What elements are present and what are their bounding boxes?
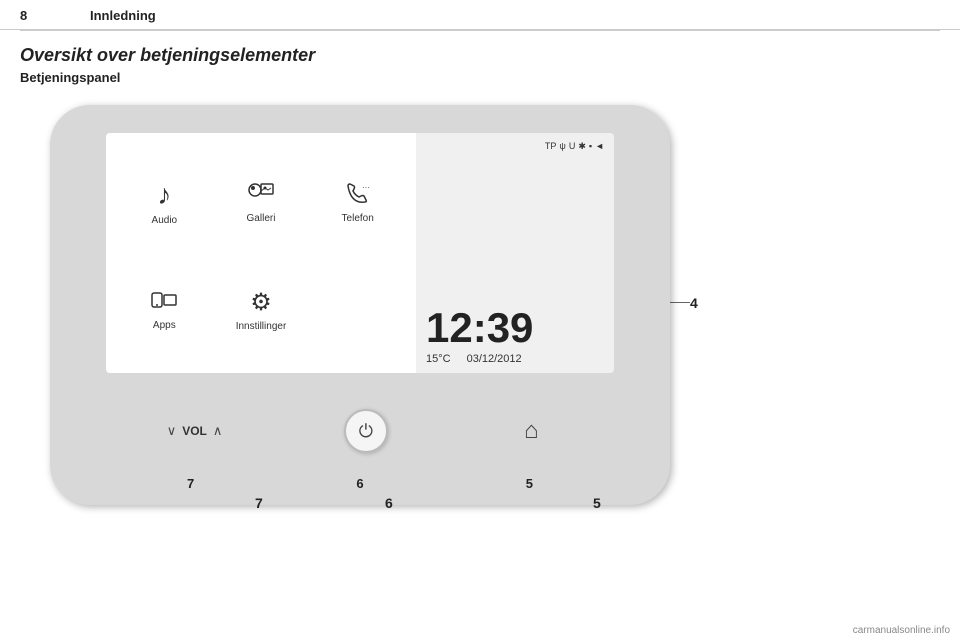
- label-6: 6: [356, 476, 363, 491]
- screen-left: ♪ Audio: [106, 133, 416, 373]
- home-button[interactable]: ⌂: [509, 409, 553, 453]
- page-title: Innledning: [90, 8, 156, 23]
- bottom-number-labels: 7 6 5: [106, 476, 614, 491]
- section-heading: Oversikt over betjeningselementer: [20, 45, 940, 66]
- label-5: 5: [526, 476, 533, 491]
- device-body: ♪ Audio: [50, 105, 670, 505]
- sub-heading: Betjeningspanel: [20, 70, 940, 85]
- audio-icon: ♪: [157, 179, 171, 211]
- menu-item-galleri[interactable]: Galleri: [213, 149, 310, 256]
- watermark: carmanualsonline.info: [853, 625, 950, 636]
- gallery-icon: [247, 182, 275, 209]
- callout-7: 7: [255, 495, 263, 511]
- status-bt: ✱: [578, 141, 586, 152]
- power-icon: ⏻: [359, 421, 373, 442]
- status-psi: ψ: [559, 141, 565, 152]
- screen: ♪ Audio: [106, 133, 614, 373]
- settings-icon: ⚙: [250, 288, 272, 317]
- callout-5: 5: [593, 495, 601, 511]
- innstillinger-label: Innstillinger: [236, 321, 287, 332]
- menu-item-audio[interactable]: ♪ Audio: [116, 149, 213, 256]
- callout-6: 6: [385, 495, 393, 511]
- empty-cell: [309, 256, 406, 363]
- vol-control: ∨ VOL ∧: [167, 423, 223, 439]
- phone-icon: ···: [344, 182, 372, 209]
- menu-item-innstillinger[interactable]: ⚙ Innstillinger: [213, 256, 310, 363]
- page-container: 8 Innledning Oversikt over betjeningsele…: [0, 0, 960, 642]
- status-u: U: [569, 141, 576, 152]
- date-value: 03/12/2012: [467, 353, 522, 365]
- apps-label: Apps: [153, 320, 176, 331]
- controls-row: ∨ VOL ∧ ⏻ ⌂: [106, 409, 614, 453]
- audio-label: Audio: [152, 215, 178, 226]
- callout-4: 4: [690, 295, 698, 311]
- menu-item-telefon[interactable]: ··· Telefon: [309, 149, 406, 256]
- status-box: ▪: [589, 141, 592, 152]
- screen-right: TP ψ U ✱ ▪ ◄ 12:39 15°C 03/12/2012: [416, 133, 614, 373]
- menu-item-apps[interactable]: Apps: [116, 256, 213, 363]
- date-display: 15°C 03/12/2012: [426, 353, 522, 365]
- apps-icon: [150, 289, 178, 316]
- vol-down-icon[interactable]: ∨: [167, 423, 177, 439]
- svg-text:···: ···: [362, 183, 370, 192]
- page-number: 8: [20, 8, 50, 23]
- galleri-label: Galleri: [247, 213, 276, 224]
- home-icon: ⌂: [524, 417, 539, 445]
- status-tp: TP: [545, 141, 557, 152]
- vol-up-icon[interactable]: ∧: [213, 423, 223, 439]
- temperature-display: 15°C: [426, 353, 451, 365]
- main-content: Oversikt over betjeningselementer Betjen…: [0, 31, 960, 105]
- status-vol: ◄: [595, 141, 604, 152]
- vol-label: VOL: [182, 424, 207, 438]
- telefon-label: Telefon: [342, 213, 374, 224]
- power-button[interactable]: ⏻: [344, 409, 388, 453]
- label-7: 7: [187, 476, 194, 491]
- status-bar: TP ψ U ✱ ▪ ◄: [545, 141, 604, 152]
- clock-display: 12:39: [426, 307, 533, 349]
- page-header: 8 Innledning: [0, 0, 960, 30]
